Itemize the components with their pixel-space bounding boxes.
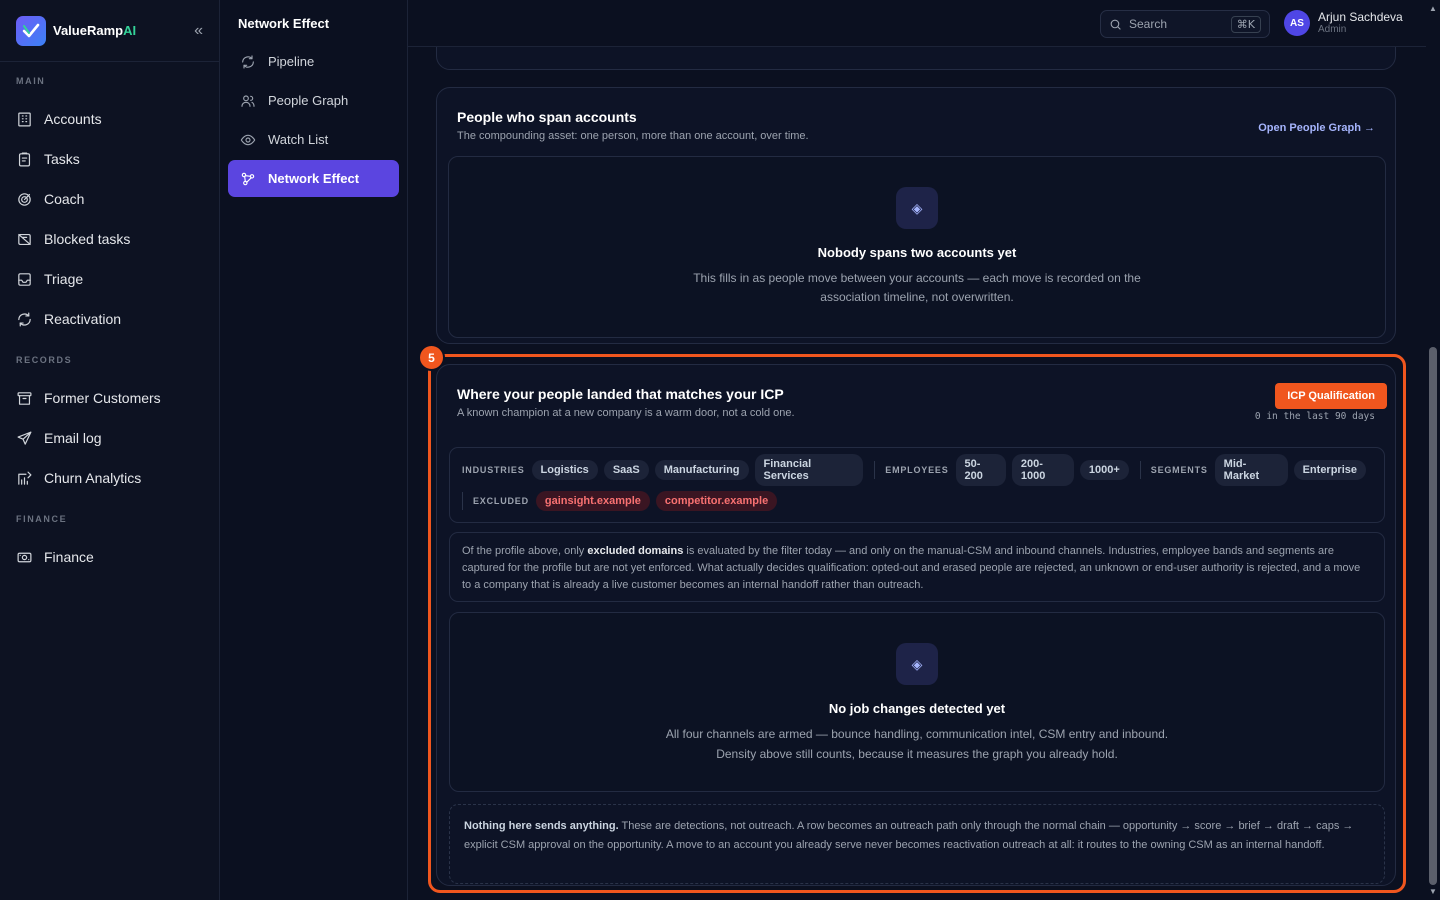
section-label-main: MAIN: [16, 76, 46, 86]
page-scrollbar[interactable]: ▲ ▼: [1426, 0, 1440, 900]
main-content: People who span accounts The compounding…: [408, 47, 1426, 900]
nav-item-label: Accounts: [44, 111, 102, 127]
nav-item-coach[interactable]: Coach: [0, 179, 219, 219]
nav-item-blocked-tasks[interactable]: Blocked tasks: [0, 219, 219, 259]
search-placeholder: Search: [1129, 17, 1168, 31]
search-input[interactable]: Search ⌘K: [1100, 10, 1270, 38]
subnav-item-people-graph[interactable]: People Graph: [228, 82, 399, 119]
nav-item-former-customers[interactable]: Former Customers: [0, 378, 219, 418]
network-subnav: Network Effect Pipeline People Graph Wat…: [220, 0, 408, 900]
card-subtitle: The compounding asset: one person, more …: [457, 130, 809, 142]
previous-card: [436, 47, 1396, 70]
search-shortcut: ⌘K: [1230, 15, 1261, 33]
nav-item-accounts[interactable]: Accounts: [0, 99, 219, 139]
nav-item-label: Reactivation: [44, 311, 122, 327]
subnav-item-label: Pipeline: [268, 54, 315, 69]
top-bar: Search ⌘K AS Arjun Sachdeva Admin: [408, 0, 1440, 47]
collapse-sidebar-icon[interactable]: «: [194, 22, 203, 40]
step-highlight-frame: [428, 354, 1406, 893]
left-sidebar: ValueRampAI « MAIN Accounts Tasks Coach …: [0, 0, 220, 900]
nav-item-churn-analytics[interactable]: Churn Analytics: [0, 458, 219, 498]
user-role: Admin: [1318, 24, 1347, 36]
empty-state: ◈ Nobody spans two accounts yet This fil…: [448, 156, 1386, 338]
refresh-icon: [242, 54, 254, 69]
archive-icon: [17, 391, 32, 405]
avatar[interactable]: AS: [1284, 10, 1310, 36]
scroll-up-icon[interactable]: ▲: [1429, 4, 1437, 13]
user-name: Arjun Sachdeva: [1318, 9, 1403, 24]
nav-item-label: Blocked tasks: [44, 231, 131, 247]
subnav-item-network-effect[interactable]: Network Effect: [228, 160, 399, 197]
card-title: People who span accounts: [457, 109, 637, 125]
people-span-card: People who span accounts The compounding…: [436, 87, 1396, 344]
nav-item-label: Email log: [44, 430, 102, 446]
chart-icon: [18, 471, 32, 485]
nav-item-label: Coach: [44, 191, 85, 207]
nav-item-label: Finance: [44, 549, 94, 565]
refresh-icon: [18, 312, 31, 326]
scroll-down-icon[interactable]: ▼: [1429, 887, 1437, 896]
send-icon: [17, 431, 32, 445]
search-icon: [1110, 19, 1121, 30]
people-icon: [241, 94, 255, 107]
nav-item-label: Tasks: [44, 151, 80, 167]
nav-item-label: Churn Analytics: [44, 470, 142, 486]
scrollbar-thumb[interactable]: [1429, 347, 1437, 885]
nav-item-finance[interactable]: Finance: [0, 537, 219, 577]
nav-item-reactivation[interactable]: Reactivation: [0, 299, 219, 339]
brand-name: ValueRampAI: [53, 23, 137, 38]
empty-state-text: This fills in as people move between you…: [693, 271, 1141, 285]
eye-icon: [240, 134, 256, 145]
open-people-graph-link[interactable]: Open People Graph →: [1258, 122, 1375, 134]
brand-logo-icon[interactable]: [16, 15, 46, 46]
subnav-item-pipeline[interactable]: Pipeline: [228, 43, 399, 80]
clipboard-icon: [18, 152, 31, 166]
nav-item-label: Triage: [44, 271, 84, 287]
network-icon: [241, 172, 255, 185]
blocked-icon: [18, 233, 31, 245]
subnav-title: Network Effect: [238, 16, 330, 31]
inbox-icon: [18, 272, 31, 286]
brand-header: ValueRampAI «: [0, 0, 219, 62]
empty-state-text: association timeline, not overwritten.: [820, 290, 1014, 304]
section-label-records: RECORDS: [16, 355, 73, 365]
building-icon: [18, 112, 31, 126]
nav-item-label: Former Customers: [44, 390, 161, 406]
subnav-item-watch-list[interactable]: Watch List: [228, 121, 399, 158]
nav-item-email-log[interactable]: Email log: [0, 418, 219, 458]
section-label-finance: FINANCE: [16, 514, 68, 524]
subnav-item-label: Watch List: [268, 132, 329, 147]
nav-item-triage[interactable]: Triage: [0, 259, 219, 299]
step-number-badge: 5: [418, 344, 445, 371]
subnav-item-label: People Graph: [268, 93, 349, 108]
empty-state-title: Nobody spans two accounts yet: [817, 245, 1017, 260]
diamond-icon: ◈: [896, 187, 938, 229]
target-icon: [18, 192, 31, 206]
user-menu[interactable]: AS Arjun Sachdeva Admin: [1284, 10, 1403, 36]
money-icon: [17, 552, 32, 562]
nav-item-tasks[interactable]: Tasks: [0, 139, 219, 179]
subnav-item-label: Network Effect: [268, 171, 360, 186]
